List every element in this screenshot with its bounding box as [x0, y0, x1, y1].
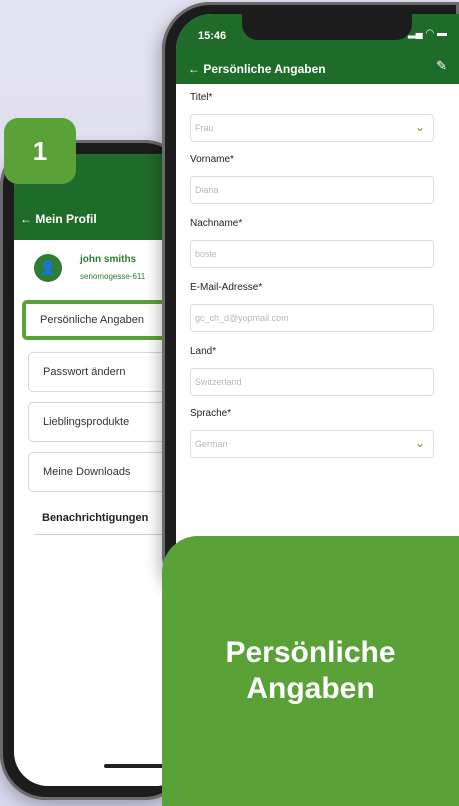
chevron-down-icon: ⌄	[414, 436, 425, 450]
signal-wifi-battery-icon: ▂▄ ◠ ▬	[407, 28, 447, 39]
menu-item-lieblingsprodukte[interactable]: Lieblingsprodukte	[28, 402, 178, 442]
details-app-bar: 15:46 ▂▄ ◠ ▬ ← Persönliche Angaben ✎	[176, 14, 459, 84]
menu-item-meine-downloads[interactable]: Meine Downloads	[28, 452, 178, 492]
menu-item-label: Persönliche Angaben	[40, 314, 144, 326]
field-label-nachname: Nachname*	[190, 218, 243, 229]
divider	[34, 534, 179, 535]
land-field[interactable]: Switzerland	[190, 368, 434, 396]
caption-line-1: Persönliche	[225, 636, 396, 669]
menu-item-label: Passwort ändern	[43, 366, 126, 378]
details-screen: 15:46 ▂▄ ◠ ▬ ← Persönliche Angaben ✎ Tit…	[176, 14, 459, 604]
field-label-vorname: Vorname*	[190, 154, 234, 165]
profile-name: john smiths	[80, 254, 137, 265]
details-title[interactable]: ← Persönliche Angaben	[188, 62, 326, 76]
sprache-select[interactable]: German ⌄	[190, 430, 434, 458]
pencil-icon[interactable]: ✎	[436, 58, 447, 74]
caption-line-2: Angaben	[246, 672, 375, 705]
profile-title[interactable]: ← Mein Profil	[20, 212, 97, 226]
email-field[interactable]: gc_ch_d@yopmail.com	[190, 304, 434, 332]
menu-item-benachrichtigungen[interactable]: Benachrichtigungen	[42, 512, 148, 524]
vorname-field[interactable]: Diana	[190, 176, 434, 204]
profile-username: senomogesse-611	[80, 272, 146, 281]
field-value: Diana	[195, 185, 219, 195]
field-label-titel: Titel*	[190, 92, 213, 103]
field-value: gc_ch_d@yopmail.com	[195, 313, 289, 323]
details-phone: 15:46 ▂▄ ◠ ▬ ← Persönliche Angaben ✎ Tit…	[162, 2, 459, 604]
menu-item-label: Lieblingsprodukte	[43, 416, 130, 428]
field-value: Frau	[195, 123, 214, 133]
notch	[242, 14, 412, 40]
caption-card: Persönliche Angaben	[162, 536, 459, 806]
menu-item-persoenliche-angaben[interactable]: Persönliche Angaben	[22, 300, 182, 340]
field-label-email: E-Mail-Adresse*	[190, 282, 263, 293]
field-label-sprache: Sprache*	[190, 408, 232, 419]
field-value: Switzerland	[195, 377, 242, 387]
titel-select[interactable]: Frau ⌄	[190, 114, 434, 142]
field-label-land: Land*	[190, 346, 217, 357]
nachname-field[interactable]: bosle	[190, 240, 434, 268]
menu-item-passwort-aendern[interactable]: Passwort ändern	[28, 352, 178, 392]
chevron-down-icon: ⌄	[414, 120, 425, 134]
step-badge: 1	[4, 118, 76, 184]
menu-item-label: Meine Downloads	[43, 466, 131, 478]
field-value: bosle	[195, 249, 217, 259]
field-value: German	[195, 439, 228, 449]
status-time: 15:46	[198, 30, 227, 42]
user-icon: 👤	[34, 254, 62, 282]
